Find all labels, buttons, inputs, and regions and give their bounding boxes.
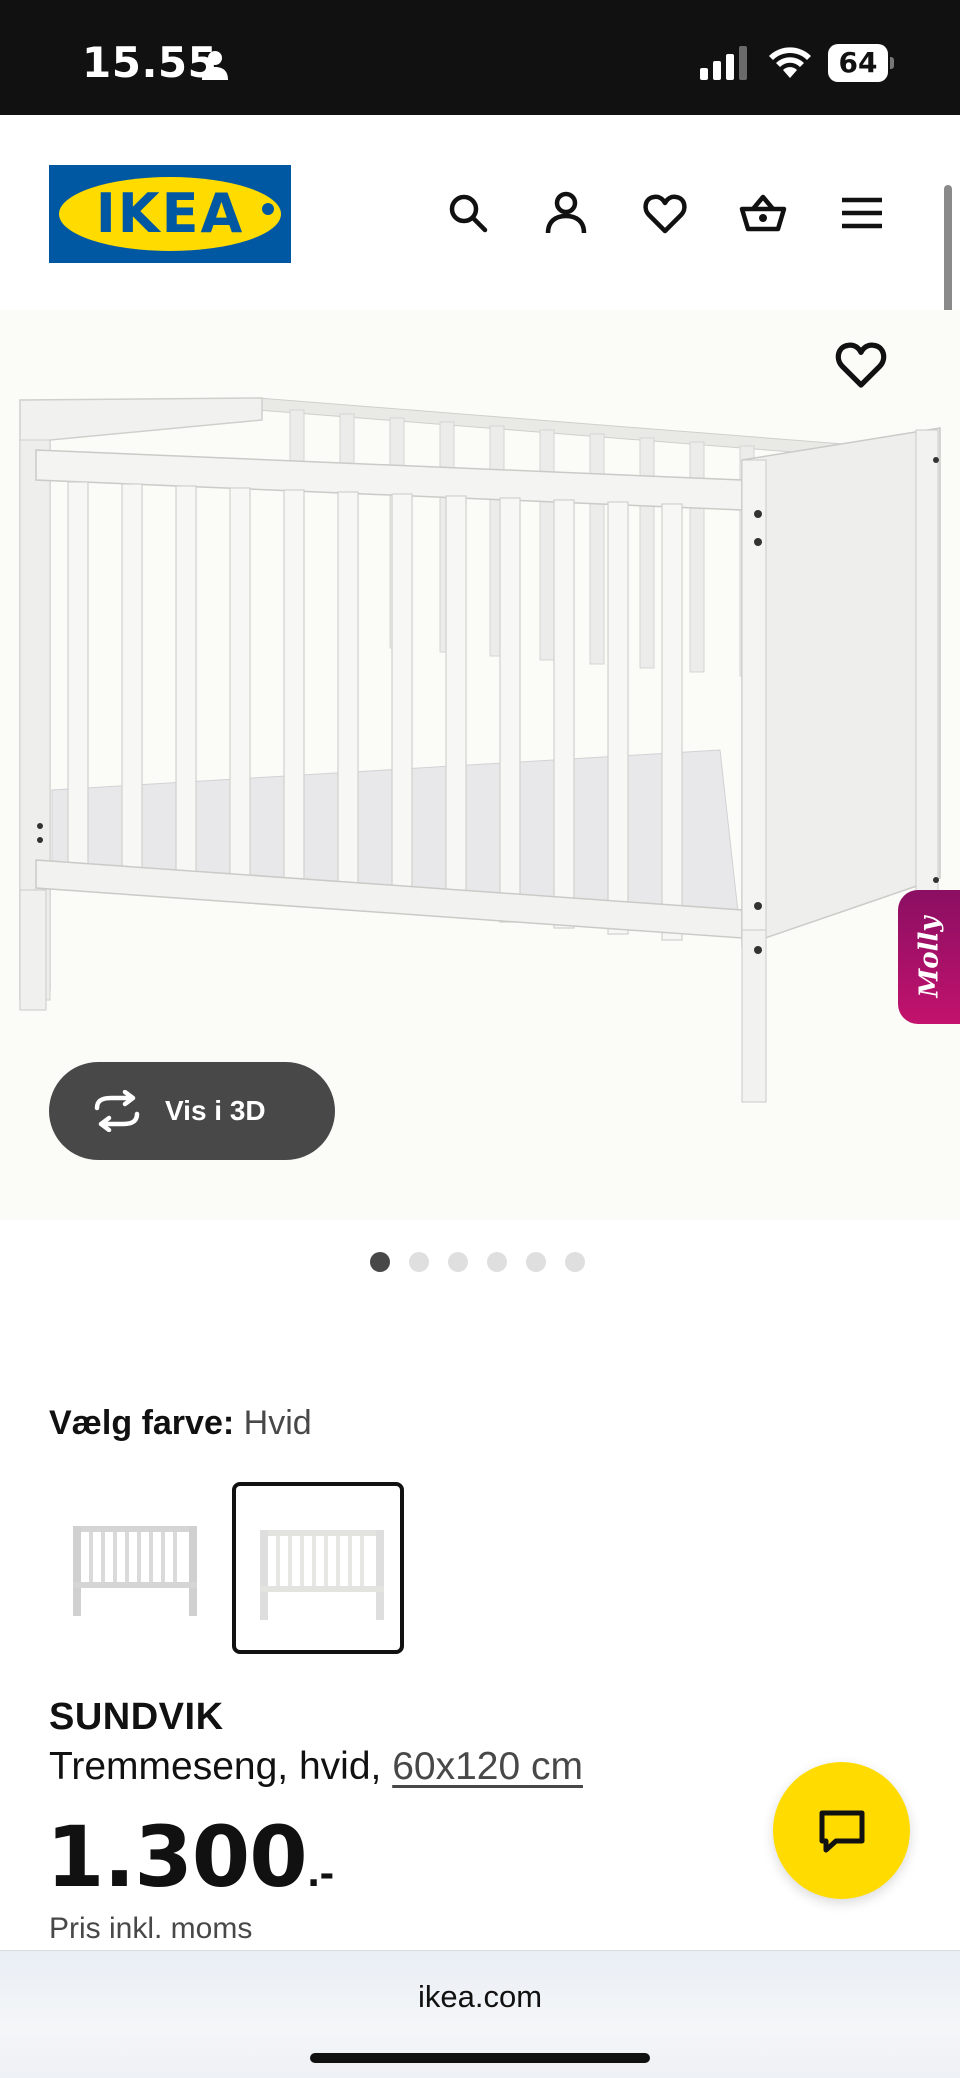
color-select-heading: Vælg farve: Hvid xyxy=(49,1404,312,1443)
rotate-3d-icon xyxy=(94,1090,140,1132)
ikea-logo[interactable]: IKEA xyxy=(49,165,291,263)
price-value: 1.300 xyxy=(46,1808,308,1906)
menu-icon xyxy=(842,197,882,229)
product-description: Tremmeseng, hvid, 60x120 cm xyxy=(49,1745,583,1789)
chat-button[interactable] xyxy=(773,1762,910,1899)
product-price: 1.300.- xyxy=(46,1808,335,1906)
battery-tip xyxy=(890,57,894,69)
account-icon xyxy=(545,191,587,234)
gallery-pagination xyxy=(370,1252,585,1274)
favorites-button[interactable] xyxy=(637,185,693,241)
person-icon xyxy=(202,51,228,80)
wifi-icon xyxy=(769,47,811,78)
menu-button[interactable] xyxy=(834,185,890,241)
gallery-dot[interactable] xyxy=(565,1252,585,1272)
color-select-label: Vælg farve: xyxy=(49,1404,235,1442)
cellular-signal-icon xyxy=(700,46,747,80)
gallery-dot[interactable] xyxy=(370,1252,390,1272)
browser-url[interactable]: ikea.com xyxy=(0,1979,960,2015)
gallery-dot[interactable] xyxy=(487,1252,507,1272)
battery-icon: 64 xyxy=(828,44,894,82)
crib-thumbnail-image xyxy=(260,1530,384,1620)
browser-address-bar[interactable]: ikea.com xyxy=(0,1950,960,2078)
search-button[interactable] xyxy=(440,185,496,241)
account-button[interactable] xyxy=(538,185,594,241)
molly-assistant-tab[interactable]: Molly xyxy=(898,890,960,1024)
molly-label: Molly xyxy=(914,916,945,998)
search-icon xyxy=(449,194,488,233)
add-to-favorites-heart-icon[interactable] xyxy=(833,336,889,392)
color-swatch-option-selected[interactable] xyxy=(232,1482,404,1654)
gallery-dot[interactable] xyxy=(526,1252,546,1272)
favorites-heart-icon xyxy=(643,194,687,234)
product-size-link[interactable]: 60x120 cm xyxy=(392,1745,583,1788)
price-suffix: .- xyxy=(306,1854,335,1895)
price-note: Pris inkl. moms xyxy=(49,1912,253,1945)
view-in-3d-label: Vis i 3D xyxy=(165,1095,266,1126)
gallery-dot[interactable] xyxy=(448,1252,468,1272)
shopping-basket-icon xyxy=(739,194,787,232)
chat-icon xyxy=(819,1810,864,1852)
product-name: SUNDVIK xyxy=(49,1696,224,1738)
crib-thumbnail-image xyxy=(73,1526,197,1616)
product-description-text: Tremmeseng, hvid, xyxy=(49,1745,382,1788)
view-in-3d-button[interactable]: Vis i 3D xyxy=(49,1062,335,1160)
logo-text: IKEA xyxy=(95,182,245,245)
status-time: 15.55 xyxy=(82,38,218,87)
battery-level: 64 xyxy=(828,44,888,82)
gallery-dot[interactable] xyxy=(409,1252,429,1272)
status-bar: 15.55 64 xyxy=(0,0,960,115)
basket-button[interactable] xyxy=(735,185,791,241)
registered-mark xyxy=(262,203,274,215)
home-indicator[interactable] xyxy=(310,2053,650,2063)
color-select-value: Hvid xyxy=(243,1404,312,1442)
site-header: IKEA xyxy=(0,115,960,315)
color-swatch-option[interactable] xyxy=(49,1482,221,1654)
